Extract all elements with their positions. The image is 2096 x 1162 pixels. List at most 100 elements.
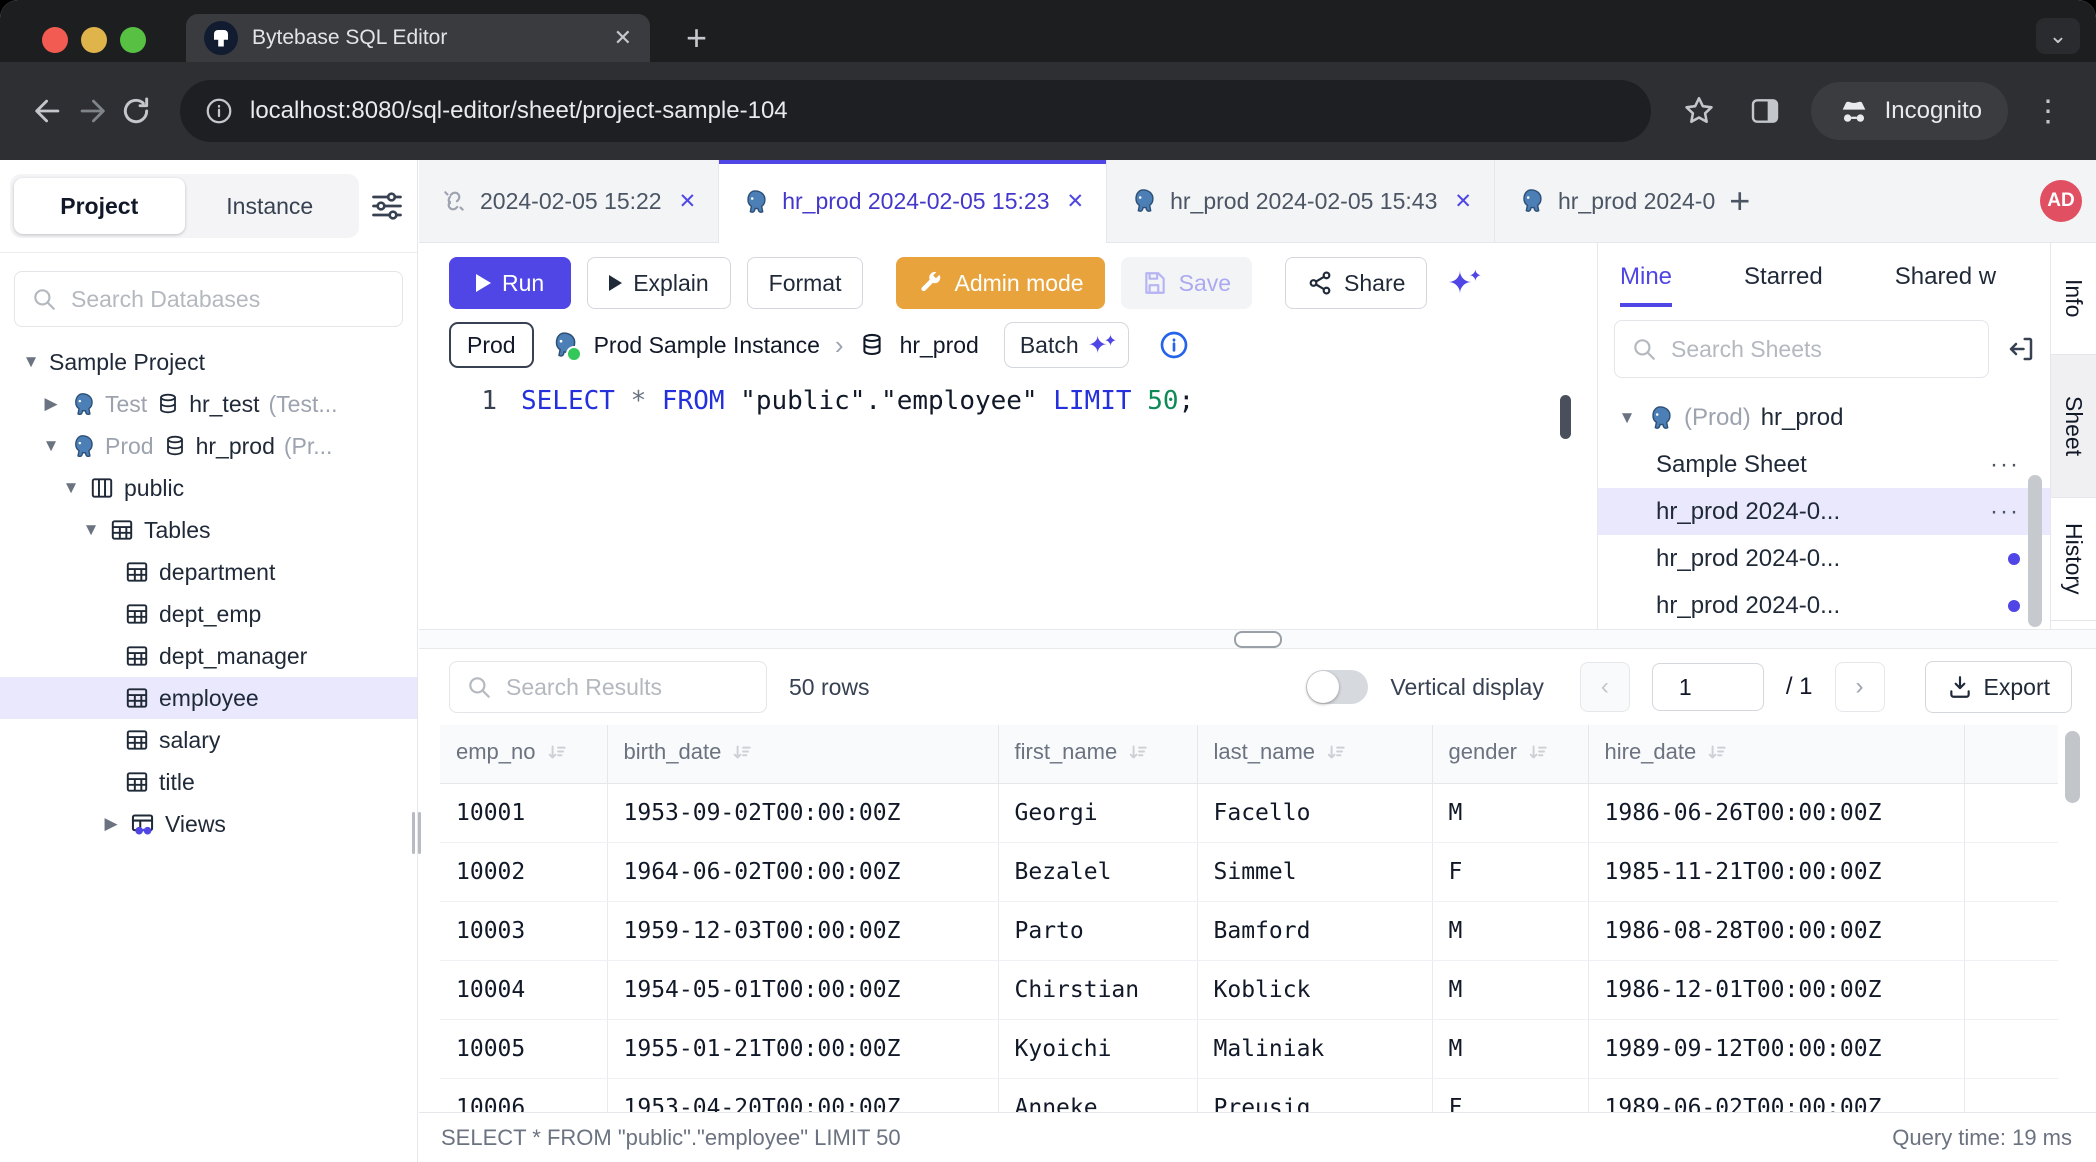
cell[interactable]: 1989-09-12T00:00:00Z [1588, 1020, 1964, 1079]
search-results-input[interactable] [504, 673, 750, 702]
column-header[interactable]: first_name [998, 725, 1197, 784]
cell[interactable]: 1964-06-02T00:00:00Z [607, 843, 998, 902]
tree-item-tables-group[interactable]: ▼ Tables [0, 509, 417, 551]
vertical-display-toggle[interactable] [1306, 670, 1368, 704]
cell[interactable]: 1985-11-21T00:00:00Z [1588, 843, 1964, 902]
cell[interactable]: Simmel [1197, 843, 1432, 902]
cell[interactable]: Kyoichi [998, 1020, 1197, 1079]
results-search[interactable] [449, 661, 767, 713]
next-page-button[interactable]: › [1835, 662, 1885, 712]
sort-icon[interactable] [1325, 741, 1347, 763]
filter-settings-icon[interactable] [369, 188, 405, 224]
close-tab-icon[interactable]: ✕ [679, 189, 697, 214]
caret-right-icon[interactable]: ▶ [42, 394, 60, 414]
tree-item-schema-public[interactable]: ▼ public [0, 467, 417, 509]
cell[interactable]: M [1432, 961, 1588, 1020]
results-scrollbar[interactable] [2065, 731, 2080, 803]
sheet-item-partial-bottom[interactable]: hr_prod 2024-0... [1598, 582, 2050, 629]
cell[interactable]: 10003 [440, 902, 607, 961]
close-tab-icon[interactable]: ✕ [1066, 189, 1084, 214]
site-info-icon[interactable] [204, 96, 234, 126]
rail-tab-history[interactable]: History [2051, 498, 2096, 621]
tab-starred[interactable]: Starred [1744, 263, 1823, 307]
caret-down-icon[interactable]: ▼ [42, 436, 60, 456]
sheet-search[interactable] [1614, 320, 1989, 378]
cell[interactable]: Chirstian [998, 961, 1197, 1020]
minimize-window-button[interactable] [81, 27, 107, 53]
forward-button[interactable] [70, 94, 114, 128]
sort-icon[interactable] [731, 741, 753, 763]
sheet-list-scrollbar[interactable] [2028, 475, 2042, 627]
table-row[interactable]: 100041954-05-01T00:00:00ZChirstianKoblic… [440, 961, 2058, 1020]
cell[interactable]: Maliniak [1197, 1020, 1432, 1079]
tree-item-table-title[interactable]: title [0, 761, 417, 803]
batch-button[interactable]: Batch ✦✦ [1004, 322, 1129, 368]
sheet-group-hr-prod[interactable]: ▼ (Prod) hr_prod [1598, 394, 2050, 441]
sort-icon[interactable] [1527, 741, 1549, 763]
format-button[interactable]: Format [747, 257, 864, 309]
prev-page-button[interactable]: ‹ [1580, 662, 1630, 712]
editor-tab-3[interactable]: hr_prod 2024-02-05 15:43 ✕ [1107, 160, 1495, 242]
cell[interactable]: F [1432, 843, 1588, 902]
tree-item-views-group[interactable]: ▶ Views [0, 803, 417, 845]
tree-item-table-department[interactable]: department [0, 551, 417, 593]
cell[interactable]: 10004 [440, 961, 607, 1020]
column-header[interactable]: gender [1432, 725, 1588, 784]
cell[interactable]: Anneke [998, 1079, 1197, 1113]
export-button[interactable]: Export [1925, 661, 2072, 713]
cell[interactable]: 10002 [440, 843, 607, 902]
tab-instance[interactable]: Instance [185, 178, 356, 234]
column-header[interactable]: last_name [1197, 725, 1432, 784]
tree-item-hr-prod[interactable]: ▼ Prod hr_prod (Pr... [0, 425, 417, 467]
column-header[interactable]: hire_date [1588, 725, 1964, 784]
side-panel-button[interactable] [1743, 95, 1787, 127]
ai-assistant-sparkles-icon[interactable]: ✦✦ [1447, 266, 1478, 301]
tree-item-project[interactable]: ▼ Sample Project [0, 341, 417, 383]
cell[interactable]: 1986-12-01T00:00:00Z [1588, 961, 1964, 1020]
tab-search-chevron-icon[interactable]: ⌄ [2036, 18, 2080, 54]
cell[interactable]: M [1432, 1020, 1588, 1079]
cell[interactable]: 1955-01-21T00:00:00Z [607, 1020, 998, 1079]
cell[interactable]: Bamford [1197, 902, 1432, 961]
share-button[interactable]: Share [1285, 257, 1427, 309]
connection-info-icon[interactable] [1158, 329, 1190, 361]
sort-icon[interactable] [1706, 741, 1728, 763]
tree-item-table-dept-manager[interactable]: dept_manager [0, 635, 417, 677]
tab-project[interactable]: Project [14, 178, 185, 234]
editor-scrollbar[interactable] [1560, 395, 1571, 439]
environment-badge[interactable]: Prod [449, 322, 534, 368]
caret-down-icon[interactable]: ▼ [1618, 408, 1636, 428]
cell[interactable]: Parto [998, 902, 1197, 961]
close-tab-icon[interactable]: ✕ [1454, 189, 1472, 214]
database-search[interactable] [14, 271, 403, 327]
collapse-panel-icon[interactable] [2006, 334, 2036, 364]
tree-item-hr-test[interactable]: ▶ Test hr_test (Test... [0, 383, 417, 425]
sheet-item-unsaved[interactable]: hr_prod 2024-0... [1598, 535, 2050, 582]
browser-menu-button[interactable]: ⋮ [2026, 94, 2070, 129]
run-button[interactable]: Run [449, 257, 571, 309]
cell[interactable]: 1959-12-03T00:00:00Z [607, 902, 998, 961]
caret-down-icon[interactable]: ▼ [62, 478, 80, 498]
cell[interactable]: Bezalel [998, 843, 1197, 902]
admin-mode-button[interactable]: Admin mode [896, 257, 1104, 309]
table-row[interactable]: 100011953-09-02T00:00:00ZGeorgiFacelloM1… [440, 784, 2058, 843]
cell[interactable]: 1986-06-26T00:00:00Z [1588, 784, 1964, 843]
column-header[interactable]: birth_date [607, 725, 998, 784]
cell[interactable]: Georgi [998, 784, 1197, 843]
editor-tab-4[interactable]: hr_prod 2024-0 [1495, 160, 1715, 242]
cell[interactable]: 10001 [440, 784, 607, 843]
rail-tab-info[interactable]: Info [2051, 243, 2096, 355]
cell[interactable]: 1986-08-28T00:00:00Z [1588, 902, 1964, 961]
search-sheets-input[interactable] [1669, 335, 1972, 364]
back-button[interactable] [26, 94, 70, 128]
page-number-input[interactable] [1652, 663, 1764, 711]
search-databases-input[interactable] [69, 285, 386, 314]
cell[interactable]: M [1432, 784, 1588, 843]
sort-icon[interactable] [1127, 741, 1149, 763]
cell[interactable]: F [1432, 1079, 1588, 1113]
reload-button[interactable] [114, 95, 158, 127]
instance-name[interactable]: Prod Sample Instance [594, 332, 820, 359]
tree-item-table-dept-emp[interactable]: dept_emp [0, 593, 417, 635]
horizontal-splitter[interactable] [419, 629, 2096, 649]
tree-item-table-employee[interactable]: employee [0, 677, 417, 719]
